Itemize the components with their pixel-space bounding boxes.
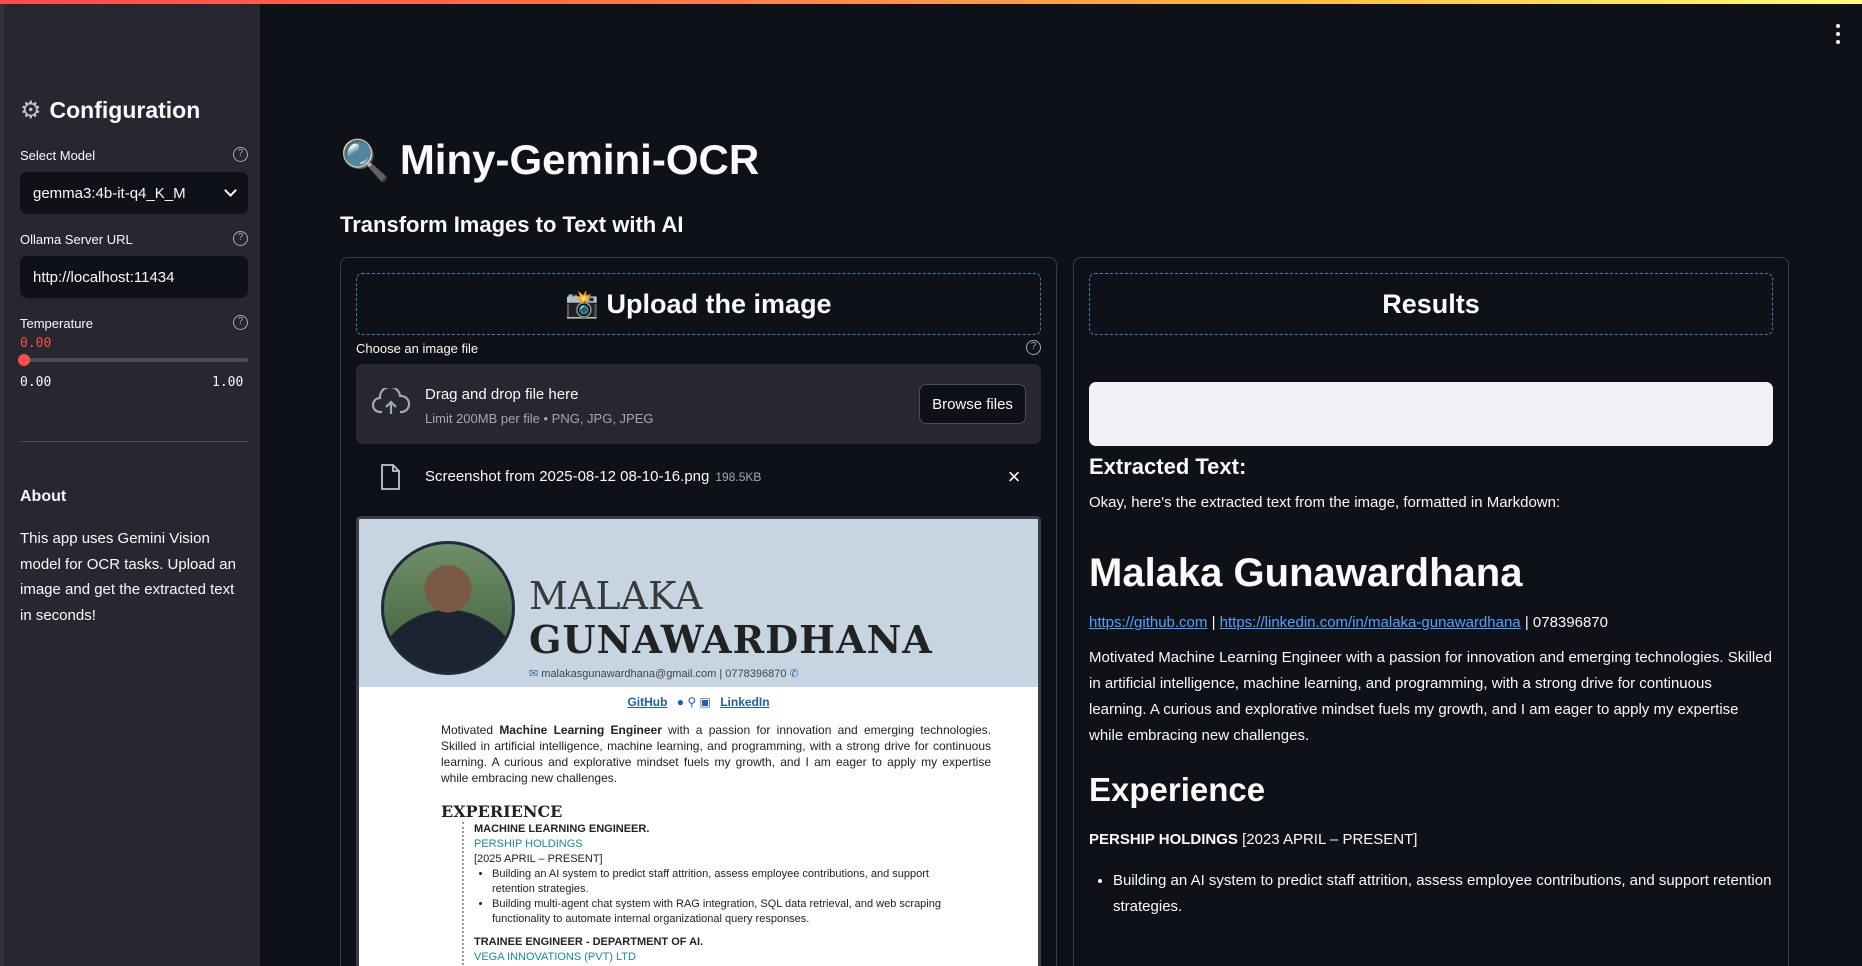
page-subtitle: Transform Images to Text with AI	[340, 212, 684, 237]
extracted-section-experience: Experience	[1089, 771, 1266, 808]
resume-github-link: GitHub	[627, 695, 668, 709]
cloud-upload-icon	[372, 388, 410, 414]
linkedin-icon: ▣	[699, 695, 711, 709]
extracted-summary: Motivated Machine Learning Engineer with…	[1089, 649, 1772, 744]
upload-card: 📸 Upload the image Choose an image file …	[340, 257, 1057, 966]
help-icon[interactable]: ?	[1026, 340, 1041, 355]
upload-header: 📸 Upload the image	[356, 273, 1041, 335]
extracted-intro: Okay, here's the extracted text from the…	[1089, 494, 1561, 511]
resume-last-name: GUNAWARDHANA	[529, 617, 933, 662]
ollama-url-input[interactable]	[20, 256, 248, 298]
uploaded-image-preview: MALAKA GUNAWARDHANA ✉ malakasgunawardhan…	[356, 516, 1041, 966]
resume-experience: MACHINE LEARNING ENGINEER. PERSHIP HOLDI…	[462, 822, 962, 965]
magnifier-icon: 🔍	[340, 138, 390, 183]
temperature-min: 0.00	[20, 375, 52, 390]
top-decoration-bar	[0, 0, 1862, 4]
extracted-bullets: Building an AI system to predict staff a…	[1089, 868, 1773, 920]
location-icon: ⚲	[687, 695, 697, 709]
result-status-box	[1089, 382, 1773, 446]
page-title: 🔍 Miny-Gemini-OCR	[340, 136, 760, 183]
file-dropzone[interactable]: Drag and drop file here Limit 200MB per …	[356, 364, 1041, 444]
resume-links: GitHub ● ⚲ ▣ LinkedIn	[359, 695, 1038, 709]
extracted-text-title: Extracted Text:	[1089, 454, 1247, 479]
main-menu-button[interactable]	[1832, 24, 1844, 44]
help-icon[interactable]: ?	[233, 231, 248, 246]
linkedin-link[interactable]: https://linkedin.com/in/malaka-gunawardh…	[1220, 614, 1521, 631]
temperature-value: 0.00	[20, 336, 52, 351]
sidebar-title: ⚙ Configuration	[20, 97, 201, 124]
about-title: About	[20, 488, 67, 505]
uploaded-file-row: Screenshot from 2025-08-12 08-10-16.png 1…	[356, 456, 1041, 500]
mail-icon: ✉	[529, 668, 539, 680]
results-body: Extracted Text: Okay, here's the extract…	[1089, 454, 1773, 920]
results-card: Results Extracted Text: Okay, here's the…	[1073, 257, 1789, 966]
extracted-links: https://github.com | https://linkedin.co…	[1089, 614, 1608, 631]
resume-experience-title: EXPERIENCE	[441, 802, 563, 821]
dropzone-limit: Limit 200MB per file • PNG, JPG, JPEG	[425, 411, 654, 426]
model-select[interactable]: gemma3:4b-it-q4_K_M	[20, 172, 248, 214]
temperature-slider-thumb[interactable]	[18, 354, 30, 366]
help-icon[interactable]: ?	[233, 315, 248, 330]
extracted-company: PERSHIP HOLDINGS [2023 APRIL – PRESENT]	[1089, 831, 1418, 848]
resume-contact: ✉ malakasgunawardhana@gmail.com | 077839…	[529, 668, 799, 680]
sidebar-divider	[20, 441, 248, 442]
about-text: This app uses Gemini Vision model for OC…	[20, 530, 236, 624]
profile-photo	[381, 541, 515, 675]
extracted-name: Malaka Gunawardhana	[1089, 551, 1523, 595]
resume-linkedin-link: LinkedIn	[720, 695, 770, 709]
file-icon	[381, 464, 400, 490]
temperature-label: Temperature ?	[20, 315, 248, 331]
choose-file-label: Choose an image file ?	[356, 340, 1041, 356]
sidebar: ⚙ Configuration Select Model ? gemma3:4b…	[0, 0, 260, 966]
chevron-down-icon	[224, 184, 237, 197]
gear-icon: ⚙	[20, 97, 42, 124]
uploaded-file-size: 198.5KB	[715, 470, 762, 484]
help-icon[interactable]: ?	[233, 147, 248, 162]
results-header: Results	[1089, 273, 1773, 335]
model-label: Select Model ?	[20, 147, 248, 163]
list-item: Building an AI system to predict staff a…	[1113, 868, 1773, 920]
dropzone-text: Drag and drop file here	[425, 386, 579, 403]
github-icon: ●	[676, 695, 685, 709]
resume-first-name: MALAKA	[529, 574, 703, 618]
temperature-slider-track[interactable]	[20, 358, 248, 362]
browse-files-button[interactable]: Browse files	[919, 384, 1026, 424]
close-icon[interactable]: ×	[1003, 466, 1025, 488]
phone-icon: ✆	[789, 668, 799, 680]
temperature-max: 1.00	[212, 375, 244, 390]
github-link[interactable]: https://github.com	[1089, 614, 1207, 631]
uploaded-file-name: Screenshot from 2025-08-12 08-10-16.png 1…	[425, 468, 762, 485]
url-label: Ollama Server URL ?	[20, 231, 248, 247]
resume-summary: Motivated Machine Learning Engineer with…	[441, 723, 991, 785]
